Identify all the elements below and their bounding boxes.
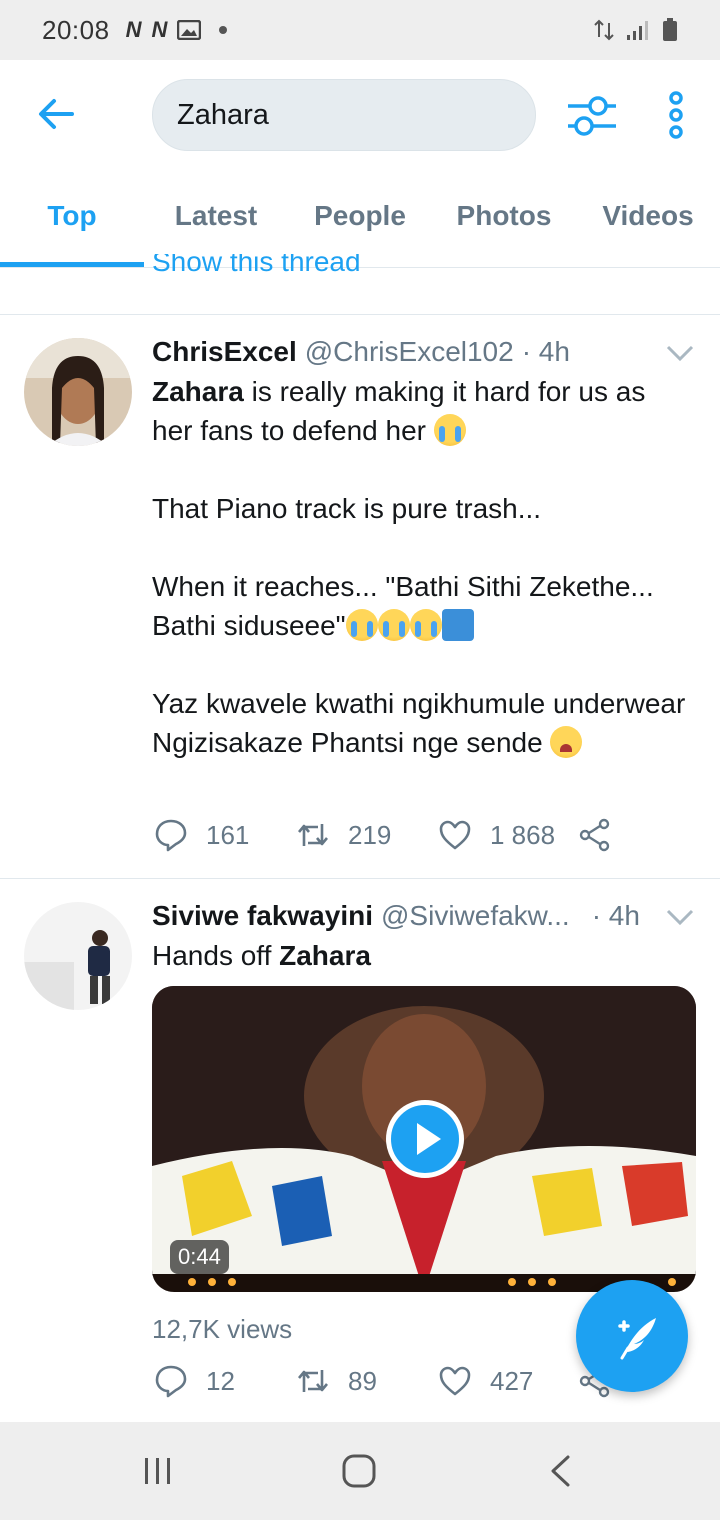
battery-icon [663,18,677,41]
tab-latest[interactable]: Latest [144,172,288,267]
divider [0,878,720,879]
video-duration: 0:44 [170,1240,229,1274]
tab-videos[interactable]: Videos [576,172,720,267]
data-arrows-icon [594,19,614,41]
notification-icons: N N [126,17,228,43]
reply-count: 161 [206,819,250,850]
search-header: Zahara [0,60,720,172]
chevron-down-icon[interactable] [666,908,694,926]
search-input[interactable]: Zahara [152,79,536,151]
more-notifications-dot-icon [219,26,228,34]
author-name[interactable]: ChrisExcel [152,336,297,368]
retweet-button[interactable]: 219 [296,818,391,852]
compose-tweet-button[interactable] [576,1280,688,1392]
heart-icon [439,820,471,850]
retweet-count: 219 [348,819,392,850]
tweet-paragraph: That Piano track is pure trash... [152,493,542,524]
tab-people[interactable]: People [288,172,432,267]
retweet-icon [298,1370,328,1392]
notification-n-icon: N [125,17,142,42]
tweet-actions: 161 219 1 868 [152,818,622,858]
chevron-down-icon[interactable] [666,344,694,362]
tweet-text-line: Hands off [152,940,280,971]
view-count: 12,7K views [152,1314,293,1344]
reply-icon [155,819,187,852]
retweet-button[interactable]: 89 [296,1364,377,1398]
play-icon [417,1123,441,1155]
highlight-keyword[interactable]: Zahara [152,376,244,407]
author-name[interactable]: Siviwe fakwayini [152,900,373,932]
author-handle: @Siviwefakw... [381,900,570,931]
tweet-time: · 4h [591,900,640,931]
litter-bin-emoji-icon [441,609,474,641]
signal-icon [627,21,648,40]
tweet-header: Siviwe fakwayini @Siviwefakw... · 4h [152,900,640,932]
notification-n-icon: N [151,17,168,42]
tab-top[interactable]: Top [0,172,144,267]
show-thread-link[interactable]: Show this thread [152,254,361,288]
reply-button[interactable]: 12 [154,1364,235,1398]
like-button[interactable]: 1 868 [438,818,555,852]
search-query-text: Zahara [177,98,269,131]
retweet-icon [298,824,328,846]
back-arrow-icon[interactable] [36,94,76,134]
share-button[interactable] [578,818,612,852]
heart-icon [439,1366,471,1396]
weary-face-emoji-icon [550,726,583,758]
status-bar: 20:08 N N [0,0,720,60]
crying-face-emoji-icon [377,609,410,641]
like-button[interactable]: 427 [438,1364,533,1398]
gallery-icon [177,20,202,40]
like-count: 427 [490,1365,534,1396]
share-icon [579,818,610,852]
video-thumbnail[interactable]: 0:44 [152,986,696,1292]
show-thread-label: Show this thread [152,254,361,277]
back-icon[interactable] [548,1454,572,1488]
play-button[interactable] [386,1100,464,1178]
tweet-actions: 12 89 427 [152,1364,622,1404]
status-time: 20:08 [42,14,110,45]
recent-apps-icon[interactable] [142,1456,174,1486]
tab-photos[interactable]: Photos [432,172,576,267]
system-nav-bar [0,1422,720,1520]
filter-settings-icon[interactable] [566,94,618,138]
reply-count: 12 [206,1365,235,1396]
avatar[interactable] [24,902,132,1010]
home-icon[interactable] [342,1454,376,1488]
tweet-header: ChrisExcel @ChrisExcel102 · 4h [152,336,570,368]
crying-face-emoji-icon [409,609,442,641]
tweet-paragraph: Yaz kwavele kwathi ngikhumule underwear … [152,688,686,758]
highlight-keyword[interactable]: Zahara [279,940,371,971]
more-options-icon[interactable] [664,90,688,140]
tweet-text: Hands off Zahara [152,936,692,975]
compose-feather-icon [618,1318,656,1360]
like-count: 1 868 [490,819,556,850]
reply-icon [155,1365,187,1398]
retweet-count: 89 [348,1365,377,1396]
crying-face-emoji-icon [433,414,466,446]
avatar[interactable] [24,338,132,446]
tweet-time: · 4h [521,336,570,367]
reply-button[interactable]: 161 [154,818,249,852]
crying-face-emoji-icon [345,609,378,641]
author-handle: @ChrisExcel102 [304,336,514,367]
divider [0,314,720,315]
tweet-text: Zahara is really making it hard for us a… [152,372,692,762]
